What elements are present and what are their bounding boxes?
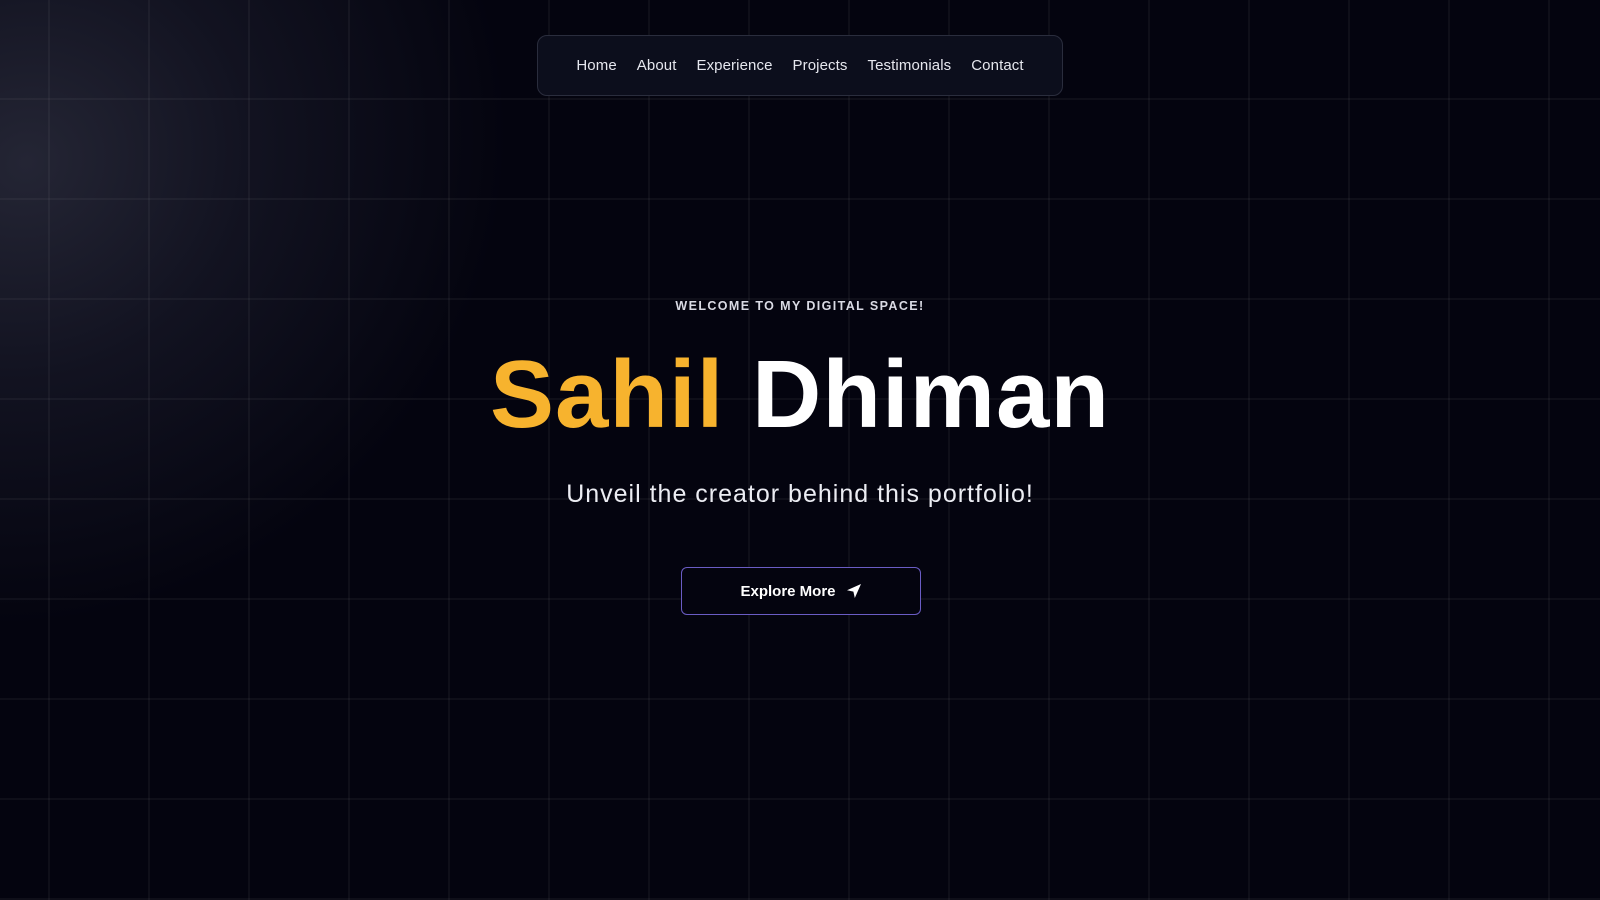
hero-name: Sahil Dhiman: [0, 340, 1600, 450]
navbar: Home About Experience Projects Testimoni…: [537, 35, 1063, 96]
nav-link-projects[interactable]: Projects: [793, 57, 848, 74]
explore-more-label: Explore More: [740, 582, 836, 600]
nav-link-about[interactable]: About: [637, 57, 677, 74]
nav-link-experience[interactable]: Experience: [696, 57, 772, 74]
welcome-eyebrow: WELCOME TO MY DIGITAL SPACE!: [675, 299, 925, 313]
page: Home About Experience Projects Testimoni…: [0, 0, 1600, 900]
nav-link-contact[interactable]: Contact: [971, 57, 1023, 74]
send-icon: [846, 583, 862, 599]
nav-link-home[interactable]: Home: [576, 57, 616, 74]
background-glow: [0, 0, 736, 735]
nav-link-testimonials[interactable]: Testimonials: [868, 57, 952, 74]
explore-more-button[interactable]: Explore More: [681, 567, 921, 615]
last-name: Dhiman: [752, 341, 1111, 448]
first-name: Sahil: [489, 341, 725, 448]
hero-section: WELCOME TO MY DIGITAL SPACE! Sahil Dhima…: [0, 0, 1600, 900]
grid-background: [0, 0, 1600, 900]
hero-tagline: Unveil the creator behind this portfolio…: [566, 480, 1034, 508]
